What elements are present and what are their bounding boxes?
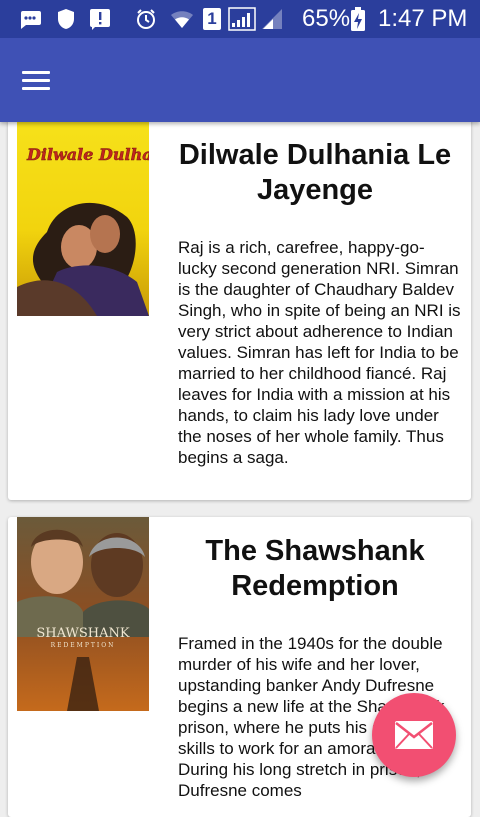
mail-fab-button[interactable] bbox=[372, 693, 456, 777]
signal-weak-icon bbox=[260, 8, 284, 30]
alarm-icon bbox=[134, 8, 158, 30]
mail-icon bbox=[395, 721, 433, 749]
sim-slot-label: 1 bbox=[203, 8, 221, 30]
poster-title-text: Dilwale Dulhania Le Jayenge bbox=[26, 145, 149, 164]
signal-icon bbox=[228, 7, 256, 31]
app-bar bbox=[0, 38, 480, 122]
battery-charging-icon bbox=[350, 7, 366, 31]
sim-icon: 1 bbox=[201, 8, 223, 30]
poster-subtitle-text: REDEMPTION bbox=[51, 642, 116, 649]
poster-title-text: SHAWSHANK bbox=[36, 626, 129, 641]
hamburger-menu-icon[interactable] bbox=[14, 58, 58, 102]
shield-icon bbox=[54, 8, 78, 30]
movie-description: Raj is a rich, carefree, happy-go-lucky … bbox=[178, 238, 461, 467]
messages-icon bbox=[18, 8, 42, 30]
movie-title: The Shawshank Redemption bbox=[205, 535, 425, 602]
alert-icon bbox=[88, 8, 112, 30]
status-bar: 1 65% 1:47 PM bbox=[0, 0, 480, 38]
battery-percent: 65% bbox=[302, 5, 351, 32]
movie-title: Dilwale Dulhania Le Jayenge bbox=[178, 139, 452, 206]
movie-card[interactable]: Dilwale Dulhania Le Jayenge Dilwale Dulh… bbox=[8, 100, 471, 500]
clock-time: 1:47 PM bbox=[378, 5, 468, 32]
movie-poster: SHAWSHANK REDEMPTION bbox=[17, 517, 149, 711]
movie-poster: Dilwale Dulhania Le Jayenge bbox=[17, 122, 149, 316]
wifi-icon bbox=[170, 8, 194, 30]
